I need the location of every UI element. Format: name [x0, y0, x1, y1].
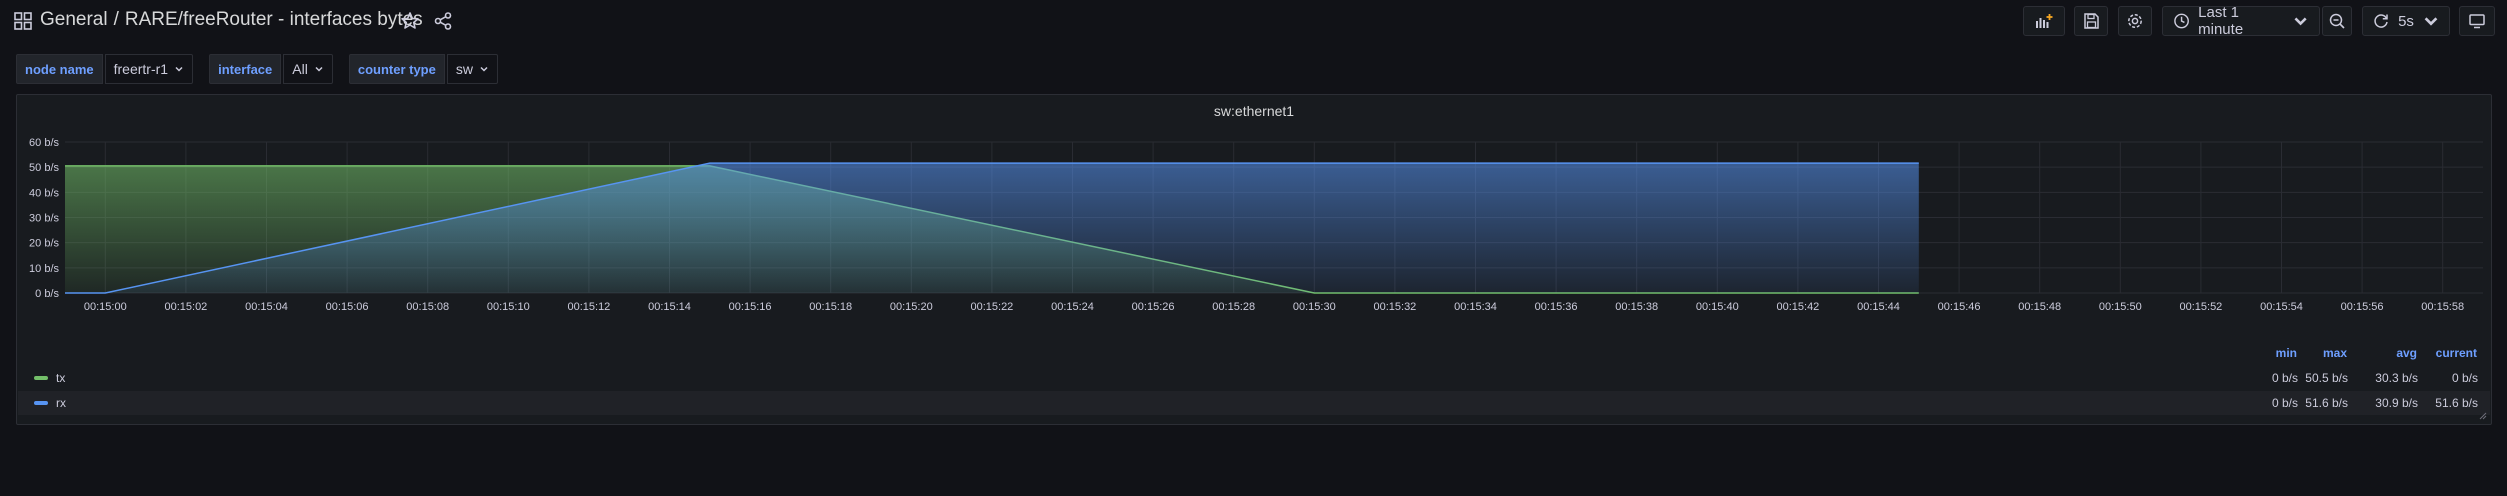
x-tick-label: 00:15:26 [1132, 301, 1175, 313]
top-bar: General / RARE/freeRouter - interfaces b… [0, 0, 2507, 42]
chevron-down-icon [2424, 17, 2438, 26]
star-icon[interactable] [400, 11, 420, 31]
x-tick-label: 00:15:20 [890, 301, 933, 313]
add-panel-button[interactable] [2023, 6, 2065, 36]
legend-swatch [34, 376, 48, 380]
x-tick-label: 00:15:48 [2018, 301, 2061, 313]
variable-node-name: node name freertr-r1 [16, 54, 194, 84]
y-tick-label: 20 b/s [29, 238, 59, 250]
x-tick-label: 00:15:30 [1293, 301, 1336, 313]
legend-header-avg[interactable]: avg [2377, 346, 2417, 360]
chevron-down-icon [175, 66, 183, 72]
y-tick-label: 0 b/s [35, 288, 59, 300]
legend-header-current[interactable]: current [2417, 346, 2477, 360]
x-tick-label: 00:15:56 [2341, 301, 2384, 313]
y-tick-label: 30 b/s [29, 213, 59, 225]
breadcrumb: General / RARE/freeRouter - interfaces b… [40, 9, 423, 31]
settings-button[interactable] [2118, 6, 2152, 36]
refresh-picker[interactable]: 5s [2362, 6, 2450, 36]
y-tick-label: 50 b/s [29, 162, 59, 174]
x-tick-label: 00:15:50 [2099, 301, 2142, 313]
time-range-label: Last 1 minute [2198, 4, 2244, 38]
variable-label: counter type [348, 54, 445, 84]
variable-value: freertr-r1 [113, 61, 169, 77]
clock-icon [2174, 13, 2189, 29]
refresh-icon [2374, 14, 2388, 28]
x-tick-label: 00:15:06 [326, 301, 369, 313]
tv-mode-button[interactable] [2459, 6, 2495, 36]
monitor-icon [2469, 14, 2485, 29]
dashboard-title[interactable]: RARE/freeRouter - interfaces bytes [125, 9, 423, 31]
legend-header-min[interactable]: min [2257, 346, 2297, 360]
variable-label: node name [16, 54, 103, 84]
x-tick-label: 00:15:02 [164, 301, 207, 313]
variable-select[interactable]: All [283, 54, 333, 84]
x-tick-label: 00:15:28 [1212, 301, 1255, 313]
save-icon [2084, 13, 2099, 29]
zoom-out-icon [2329, 13, 2345, 29]
x-tick-label: 00:15:42 [1776, 301, 1819, 313]
x-tick-label: 00:15:00 [84, 301, 127, 313]
x-tick-label: 00:15:38 [1615, 301, 1658, 313]
variable-counter-type: counter type sw [348, 54, 498, 84]
variable-label: interface [209, 54, 282, 84]
y-tick-label: 60 b/s [29, 137, 59, 149]
variable-value: All [292, 61, 308, 77]
x-tick-label: 00:15:04 [245, 301, 288, 313]
legend-current: 0 b/s [2451, 371, 2478, 385]
x-tick-label: 00:15:32 [1373, 301, 1416, 313]
x-tick-label: 00:15:44 [1857, 301, 1900, 313]
x-tick-label: 00:15:08 [406, 301, 449, 313]
y-tick-label: 40 b/s [29, 187, 59, 199]
legend-max: 50.5 b/s [2305, 371, 2348, 385]
x-tick-label: 00:15:36 [1535, 301, 1578, 313]
legend-swatch [34, 401, 48, 405]
share-icon[interactable] [433, 11, 453, 31]
chevron-down-icon [480, 66, 488, 72]
zoom-out-button[interactable] [2322, 6, 2352, 36]
x-tick-label: 00:15:54 [2260, 301, 2303, 313]
legend-avg: 30.3 b/s [2375, 371, 2418, 385]
x-tick-label: 00:15:22 [970, 301, 1013, 313]
x-tick-label: 00:15:46 [1938, 301, 1981, 313]
legend-series-name[interactable]: rx [56, 396, 66, 410]
x-tick-label: 00:15:14 [648, 301, 691, 313]
legend-row-tx[interactable]: tx 0 b/s 50.5 b/s 30.3 b/s 0 b/s [18, 366, 2490, 390]
legend-avg: 30.9 b/s [2375, 396, 2418, 410]
x-tick-label: 00:15:18 [809, 301, 852, 313]
x-tick-label: 00:15:24 [1051, 301, 1094, 313]
add-panel-icon [2036, 14, 2053, 28]
gear-icon [2128, 14, 2142, 28]
chevron-down-icon [315, 66, 323, 72]
variables-bar: node name freertr-r1 interface All count… [16, 54, 514, 84]
x-tick-label: 00:15:10 [487, 301, 530, 313]
save-dashboard-button[interactable] [2074, 6, 2108, 36]
legend-header-max[interactable]: max [2303, 346, 2347, 360]
variable-interface: interface All [209, 54, 333, 84]
legend-row-rx[interactable]: rx 0 b/s 51.6 b/s 30.9 b/s 51.6 b/s [18, 391, 2490, 415]
variable-value: sw [455, 61, 473, 77]
x-tick-label: 00:15:34 [1454, 301, 1497, 313]
folder-link[interactable]: General [40, 9, 108, 31]
graph-panel: sw:ethernet1 0 b/s 10 b/s 20 b/s 30 b/s 40 b… [16, 94, 2492, 425]
legend-max: 51.6 b/s [2305, 396, 2348, 410]
chevron-down-icon [2294, 17, 2307, 26]
breadcrumb-separator: / [113, 9, 119, 30]
x-tick-label: 00:15:16 [729, 301, 772, 313]
x-tick-label: 00:15:40 [1696, 301, 1739, 313]
time-range-picker[interactable]: Last 1 minute [2162, 4, 2320, 38]
refresh-interval-label: 5s [2398, 12, 2414, 30]
x-tick-label: 00:15:52 [2179, 301, 2222, 313]
variable-select[interactable]: sw [446, 54, 498, 84]
y-tick-label: 10 b/s [29, 263, 59, 275]
legend-series-name[interactable]: tx [56, 371, 65, 385]
variable-select[interactable]: freertr-r1 [104, 54, 194, 84]
x-tick-label: 00:15:12 [567, 301, 610, 313]
legend-current: 51.6 b/s [2435, 396, 2478, 410]
grid-icon[interactable] [14, 12, 32, 30]
resize-handle-icon[interactable] [2479, 412, 2487, 420]
x-tick-label: 00:15:58 [2421, 301, 2464, 313]
